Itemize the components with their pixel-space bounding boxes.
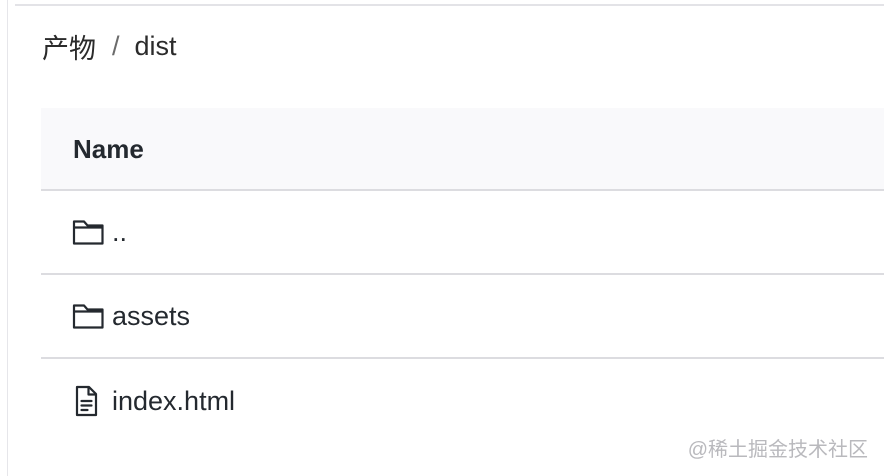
top-divider bbox=[15, 4, 884, 6]
row-name[interactable]: .. bbox=[112, 217, 127, 248]
row-name[interactable]: index.html bbox=[112, 386, 235, 417]
column-header-name[interactable]: Name bbox=[73, 134, 144, 165]
breadcrumb-separator: / bbox=[112, 30, 120, 61]
watermark: @稀土掘金技术社区 bbox=[687, 439, 868, 461]
folder-icon bbox=[72, 301, 106, 331]
file-icon bbox=[72, 385, 106, 417]
table-row[interactable]: index.html bbox=[41, 359, 884, 443]
file-browser-page: 产物 / dist Name .. assets index.html @稀土掘… bbox=[0, 0, 884, 476]
breadcrumb-item-current: dist bbox=[134, 30, 177, 61]
file-table: Name .. assets index.html bbox=[41, 108, 884, 443]
left-divider bbox=[7, 0, 8, 476]
table-row[interactable]: assets bbox=[41, 275, 884, 359]
folder-icon bbox=[72, 217, 106, 247]
breadcrumb-item-parent[interactable]: 产物 bbox=[42, 27, 96, 66]
breadcrumb: 产物 / dist bbox=[42, 26, 177, 66]
table-header: Name bbox=[41, 108, 884, 191]
table-row[interactable]: .. bbox=[41, 191, 884, 275]
row-name[interactable]: assets bbox=[112, 301, 190, 332]
